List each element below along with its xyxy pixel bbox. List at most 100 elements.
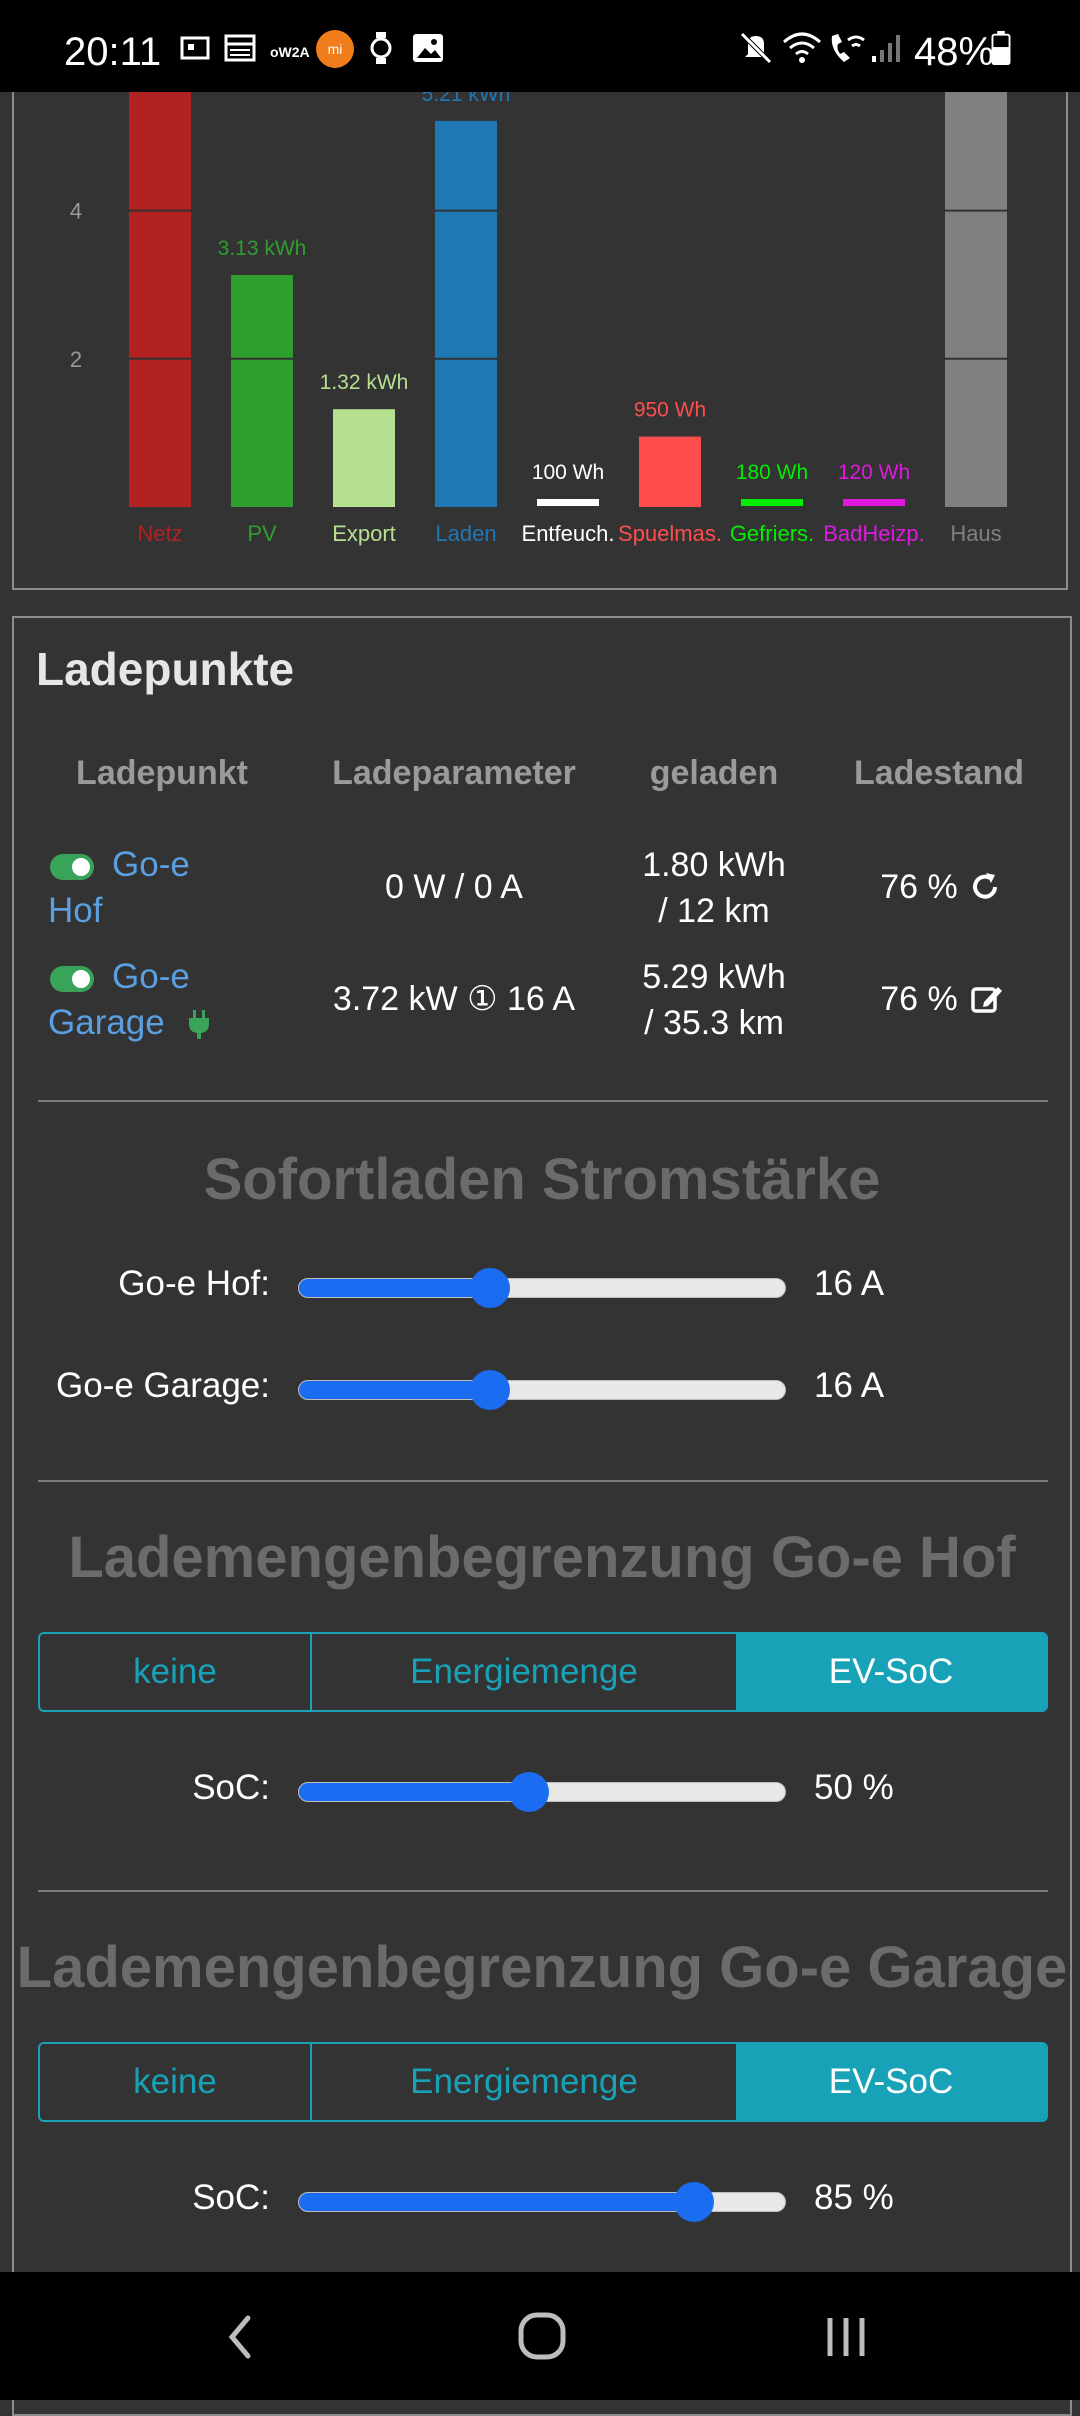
ladepunkte-card: Ladepunkte Ladepunkt Ladeparameter gelad… — [12, 616, 1072, 2416]
card-title: Ladepunkte — [36, 643, 295, 695]
divider — [38, 1480, 1048, 1482]
chargepoint-name-garage-line2[interactable]: Garage — [48, 1000, 165, 1046]
header-geladen: geladen — [649, 754, 779, 792]
category-label: Export — [332, 521, 396, 546]
y-tick-label: 4 — [70, 199, 82, 224]
bar-gefriers — [741, 499, 803, 506]
divider — [38, 1890, 1048, 1892]
soc-label-hof: SoC: — [192, 1768, 270, 1807]
slider-value-garage: 16 A — [814, 1366, 885, 1405]
recents-icon[interactable] — [822, 2312, 870, 2362]
soc-hof: 76 % — [880, 868, 958, 906]
params-hof: 0 W / 0 A — [385, 868, 523, 906]
limit-mode-energiemenge-garage[interactable]: Energiemenge — [312, 2044, 736, 2120]
signal-icon — [872, 35, 900, 62]
soc-garage: 76 % — [880, 980, 958, 1018]
soc-slider-garage[interactable] — [298, 2182, 786, 2222]
soc-slider-hof[interactable] — [298, 1772, 786, 1812]
limit-mode-selector-garage: keine Energiemenge EV-SoC — [38, 2042, 1048, 2122]
header-ladeparameter: Ladeparameter — [332, 754, 576, 792]
edit-icon[interactable] — [970, 982, 1004, 1016]
charged-range-garage: / 35.3 km — [644, 1004, 784, 1042]
soc-value-hof: 50 % — [814, 1768, 894, 1807]
chargepoint-name-hof[interactable]: Go-e — [112, 842, 190, 888]
gallery-icon — [413, 34, 443, 62]
bar-haus — [945, 92, 1007, 507]
divider — [38, 1100, 1048, 1102]
charged-range-hof: / 12 km — [658, 892, 770, 930]
category-label: Haus — [950, 521, 1001, 546]
bar-badheizp — [843, 499, 905, 506]
chargepoint-name-hof-line2[interactable]: Hof — [48, 888, 102, 934]
slider-fill — [299, 2193, 695, 2211]
slider-label-hof: Go-e Hof: — [118, 1264, 270, 1303]
ow2a-icon: oW2A — [270, 44, 310, 60]
current-slider-hof[interactable] — [298, 1268, 786, 1308]
bar-laden — [435, 120, 497, 507]
home-icon[interactable] — [516, 2310, 568, 2362]
slider-thumb[interactable] — [469, 1370, 510, 1410]
slider-label-garage: Go-e Garage: — [56, 1366, 270, 1405]
charged-energy-garage: 5.29 kWh — [642, 958, 786, 996]
soc-value-garage: 85 % — [814, 2178, 894, 2217]
refresh-icon[interactable] — [968, 870, 1002, 904]
header-ladepunkt: Ladepunkt — [76, 754, 248, 792]
data-label: 5.21 kWh — [422, 92, 511, 106]
limit-mode-selector-hof: keine Energiemenge EV-SoC — [38, 1632, 1048, 1712]
params-garage: 3.72 kW ① 16 A — [332, 980, 576, 1018]
current-slider-garage[interactable] — [298, 1370, 786, 1410]
back-icon[interactable] — [222, 2312, 258, 2362]
limit-mode-keine-garage[interactable]: keine — [40, 2044, 312, 2120]
status-time: 20:11 — [64, 30, 162, 74]
data-label: 180 Wh — [736, 461, 808, 484]
status-bar: 20:11 oW2A mi 48% — [0, 0, 1080, 92]
chargepoint-name-garage[interactable]: Go-e — [112, 954, 190, 1000]
energy-bar-chart: 2 4 Netz 3.13 kWh PV 1.32 kWh Export 5.21 kWh La… — [70, 92, 1014, 546]
bar-pv — [231, 275, 293, 507]
alarm-icon — [180, 36, 210, 60]
data-label: 120 Wh — [838, 461, 910, 484]
toggle-go-e-hof[interactable] — [50, 854, 94, 880]
limit-mode-energiemenge-hof[interactable]: Energiemenge — [312, 1634, 736, 1710]
mute-icon — [740, 32, 772, 64]
soc-label-garage: SoC: — [192, 2178, 270, 2217]
slider-thumb[interactable] — [674, 2182, 715, 2222]
bar-spuelmas — [639, 436, 701, 507]
slider-fill — [299, 1279, 490, 1297]
header-ladestand: Ladestand — [853, 754, 1025, 792]
category-label: Laden — [435, 521, 496, 546]
toggle-go-e-garage[interactable] — [50, 966, 94, 992]
navigation-bar — [0, 2272, 1080, 2400]
slider-thumb[interactable] — [469, 1268, 510, 1308]
mi-icon: mi — [316, 30, 354, 68]
limit-mode-ev-soc-hof[interactable]: EV-SoC — [736, 1634, 1046, 1710]
limit-hof-title: Lademengenbegrenzung Go-e Hof — [68, 1525, 1016, 1590]
limit-mode-ev-soc-garage[interactable]: EV-SoC — [736, 2044, 1046, 2120]
battery-percent: 48% — [914, 30, 995, 74]
data-label: 1.32 kWh — [320, 371, 409, 394]
wifi-call-icon — [831, 34, 865, 62]
limit-mode-keine-hof[interactable]: keine — [40, 1634, 312, 1710]
calendar-icon — [224, 34, 256, 62]
bar-entfeuch — [537, 499, 599, 506]
data-label: 3.13 kWh — [218, 237, 307, 260]
category-label: BadHeizp. — [823, 521, 925, 546]
y-tick-label: 2 — [70, 347, 82, 372]
category-label: Netz — [137, 521, 182, 546]
sofortladen-title: Sofortladen Stromstärke — [203, 1147, 881, 1212]
wifi-icon — [783, 32, 821, 63]
limit-garage-title: Lademengenbegrenzung Go-e Garage — [16, 1935, 1068, 2000]
slider-fill — [299, 1783, 530, 1801]
slider-value-hof: 16 A — [814, 1264, 885, 1303]
charged-energy-hof: 1.80 kWh — [642, 846, 786, 884]
slider-thumb[interactable] — [509, 1772, 550, 1812]
plug-icon — [189, 1010, 209, 1039]
watch-icon — [370, 32, 392, 64]
category-label: PV — [247, 521, 277, 546]
category-label: Spuelmas. — [618, 521, 722, 546]
energy-chart-card: 2 4 Netz 3.13 kWh PV 1.32 kWh Export 5.21 kWh La… — [12, 92, 1068, 590]
data-label: 950 Wh — [634, 399, 706, 422]
category-label: Entfeuch. — [522, 521, 615, 546]
category-label: Gefriers. — [730, 521, 814, 546]
bar-export — [333, 409, 395, 507]
